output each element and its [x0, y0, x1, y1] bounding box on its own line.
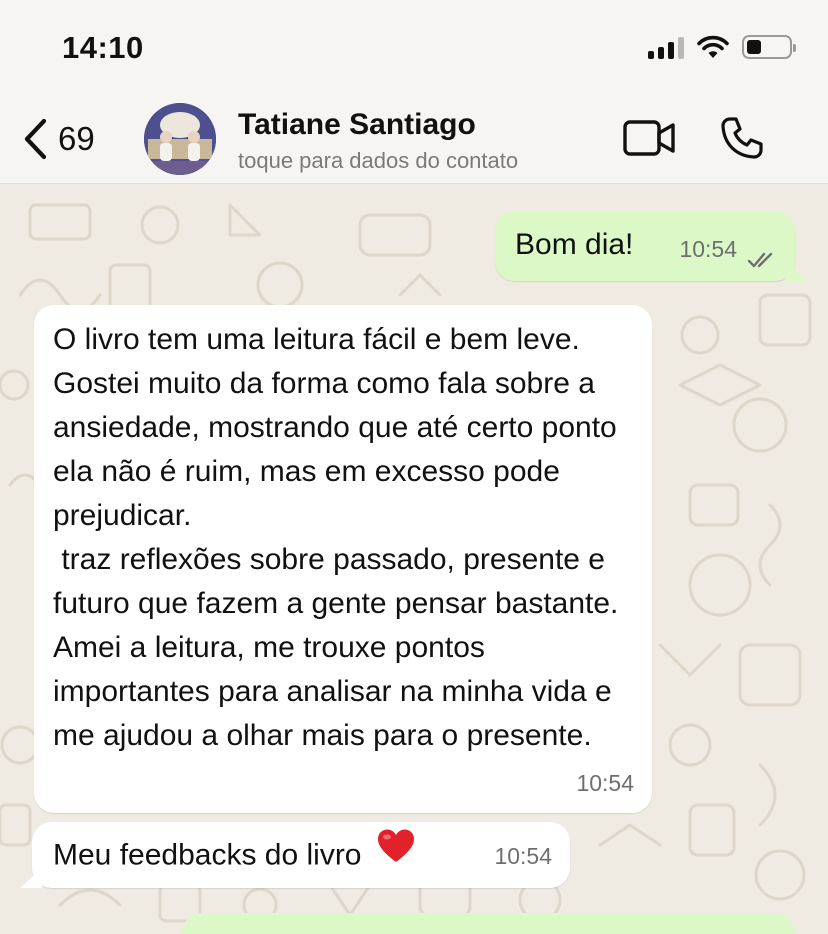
status-time: 14:10 [62, 30, 144, 65]
battery-icon [742, 35, 796, 59]
double-check-icon [747, 252, 773, 268]
avatar-photo [144, 103, 216, 175]
message-text: O livro tem uma leitura fácil e bem leve… [53, 323, 619, 752]
message-bubble-outgoing-partial[interactable] [182, 913, 794, 934]
red-heart-icon [376, 828, 416, 877]
top-bar: 14:10 69 Tatiane Santiago toque para dad [0, 0, 828, 184]
back-chevron-icon [24, 118, 47, 160]
contact-info[interactable]: Tatiane Santiago toque para dados do con… [238, 108, 518, 174]
message-time: 10:54 [679, 236, 737, 262]
contact-name: Tatiane Santiago [238, 108, 476, 141]
unread-count: 69 [58, 120, 95, 157]
message-text: Meu feedbacks do livro [53, 838, 362, 872]
wifi-icon [697, 35, 729, 58]
message-bubble-incoming[interactable]: Meu feedbacks do livro 10:54 [20, 822, 570, 888]
signal-icon [648, 35, 684, 59]
status-icons [648, 34, 796, 60]
phone-icon [721, 117, 763, 159]
video-call-button[interactable] [622, 118, 676, 163]
message-time: 10:54 [494, 843, 552, 869]
message-time: 10:54 [576, 770, 634, 796]
chat-area[interactable]: Bom dia! 10:54 O livro tem uma leitura f… [0, 185, 828, 934]
back-button[interactable]: 69 [22, 118, 95, 160]
voice-call-button[interactable] [718, 114, 766, 167]
video-call-icon [623, 120, 675, 156]
contact-subtitle: toque para dados do contato [238, 148, 519, 173]
message-bubble-incoming[interactable]: O livro tem uma leitura fácil e bem leve… [34, 305, 652, 813]
avatar[interactable] [144, 103, 216, 175]
message-text: Bom dia! [515, 228, 634, 261]
message-bubble-outgoing[interactable]: Bom dia! 10:54 [495, 211, 807, 281]
